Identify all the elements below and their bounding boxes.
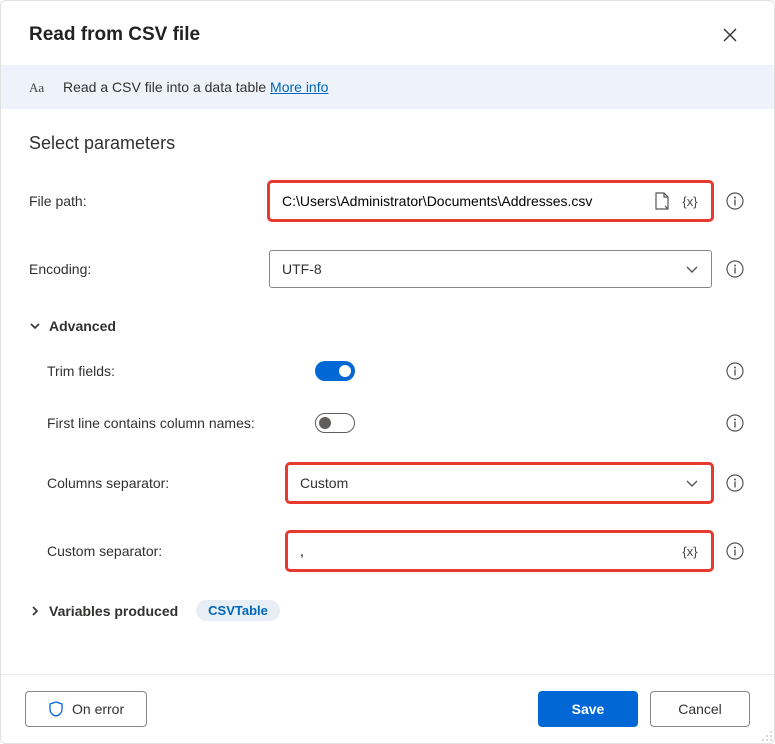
on-error-button[interactable]: On error: [25, 691, 147, 727]
variable-badge[interactable]: CSVTable: [196, 600, 280, 621]
encoding-info[interactable]: [724, 258, 746, 280]
trim-fields-label: Trim fields:: [47, 363, 315, 379]
columns-separator-select[interactable]: Custom: [287, 464, 712, 502]
info-icon: [726, 474, 744, 492]
custom-separator-input-wrapper: {x}: [287, 532, 712, 570]
info-icon: [726, 362, 744, 380]
columns-separator-label: Columns separator:: [47, 475, 287, 491]
first-line-toggle[interactable]: [315, 413, 355, 433]
variable-picker-button[interactable]: {x}: [679, 190, 701, 212]
banner-text: Read a CSV file into a data table More i…: [63, 79, 328, 95]
file-path-input[interactable]: [280, 192, 645, 210]
info-icon: [726, 542, 744, 560]
encoding-value: UTF-8: [282, 261, 322, 277]
toggle-knob: [319, 417, 331, 429]
shield-icon: [48, 701, 64, 717]
trim-fields-info[interactable]: [724, 360, 746, 382]
more-info-link[interactable]: More info: [270, 79, 328, 95]
file-path-info[interactable]: [724, 190, 746, 212]
section-title: Select parameters: [29, 133, 746, 154]
encoding-select[interactable]: UTF-8: [269, 250, 712, 288]
columns-separator-info[interactable]: [724, 472, 746, 494]
browse-file-button[interactable]: [651, 190, 673, 212]
trim-fields-toggle[interactable]: [315, 361, 355, 381]
dialog-body: Select parameters File path: {x}: [1, 109, 774, 674]
toggle-knob: [339, 365, 351, 377]
encoding-row: Encoding: UTF-8: [29, 250, 746, 288]
footer-right: Save Cancel: [538, 691, 750, 727]
variable-picker-button[interactable]: {x}: [679, 540, 701, 562]
dialog-footer: On error Save Cancel: [1, 674, 774, 743]
chevron-down-icon: [685, 262, 699, 276]
first-line-row: First line contains column names:: [47, 412, 746, 434]
save-button[interactable]: Save: [538, 691, 638, 727]
file-icon: [654, 192, 670, 210]
chevron-right-icon: [29, 605, 41, 617]
resize-grip-icon[interactable]: [759, 728, 773, 742]
file-path-input-wrapper: {x}: [269, 182, 712, 220]
variables-produced-toggle[interactable]: Variables produced CSVTable: [29, 600, 746, 621]
info-icon: [726, 414, 744, 432]
variable-icon: {x}: [682, 544, 697, 559]
first-line-info[interactable]: [724, 412, 746, 434]
custom-separator-info[interactable]: [724, 540, 746, 562]
columns-separator-row: Columns separator: Custom: [47, 464, 746, 502]
info-icon: [726, 192, 744, 210]
custom-separator-input[interactable]: [298, 542, 673, 560]
custom-separator-row: Custom separator: {x}: [47, 532, 746, 570]
chevron-down-icon: [29, 320, 41, 332]
dialog-header: Read from CSV file: [1, 1, 774, 65]
variables-produced-label: Variables produced: [49, 603, 178, 619]
file-path-row: File path: {x}: [29, 182, 746, 220]
info-banner: Aa Read a CSV file into a data table Mor…: [1, 65, 774, 109]
trim-fields-row: Trim fields:: [47, 360, 746, 382]
close-button[interactable]: [714, 19, 746, 51]
chevron-down-icon: [685, 476, 699, 490]
first-line-label: First line contains column names:: [47, 415, 315, 431]
advanced-label: Advanced: [49, 318, 116, 334]
advanced-toggle[interactable]: Advanced: [29, 318, 746, 334]
advanced-section: Trim fields: First line contains column …: [29, 360, 746, 570]
cancel-button[interactable]: Cancel: [650, 691, 750, 727]
file-path-label: File path:: [29, 193, 269, 209]
close-icon: [723, 28, 737, 42]
info-icon: [726, 260, 744, 278]
dialog-title: Read from CSV file: [29, 24, 200, 46]
dialog: Read from CSV file Aa Read a CSV file in…: [0, 0, 775, 744]
encoding-label: Encoding:: [29, 261, 269, 277]
svg-text:Aa: Aa: [29, 80, 44, 95]
text-icon: Aa: [29, 79, 49, 95]
custom-separator-label: Custom separator:: [47, 543, 287, 559]
columns-separator-value: Custom: [300, 475, 348, 491]
variable-icon: {x}: [682, 194, 697, 209]
